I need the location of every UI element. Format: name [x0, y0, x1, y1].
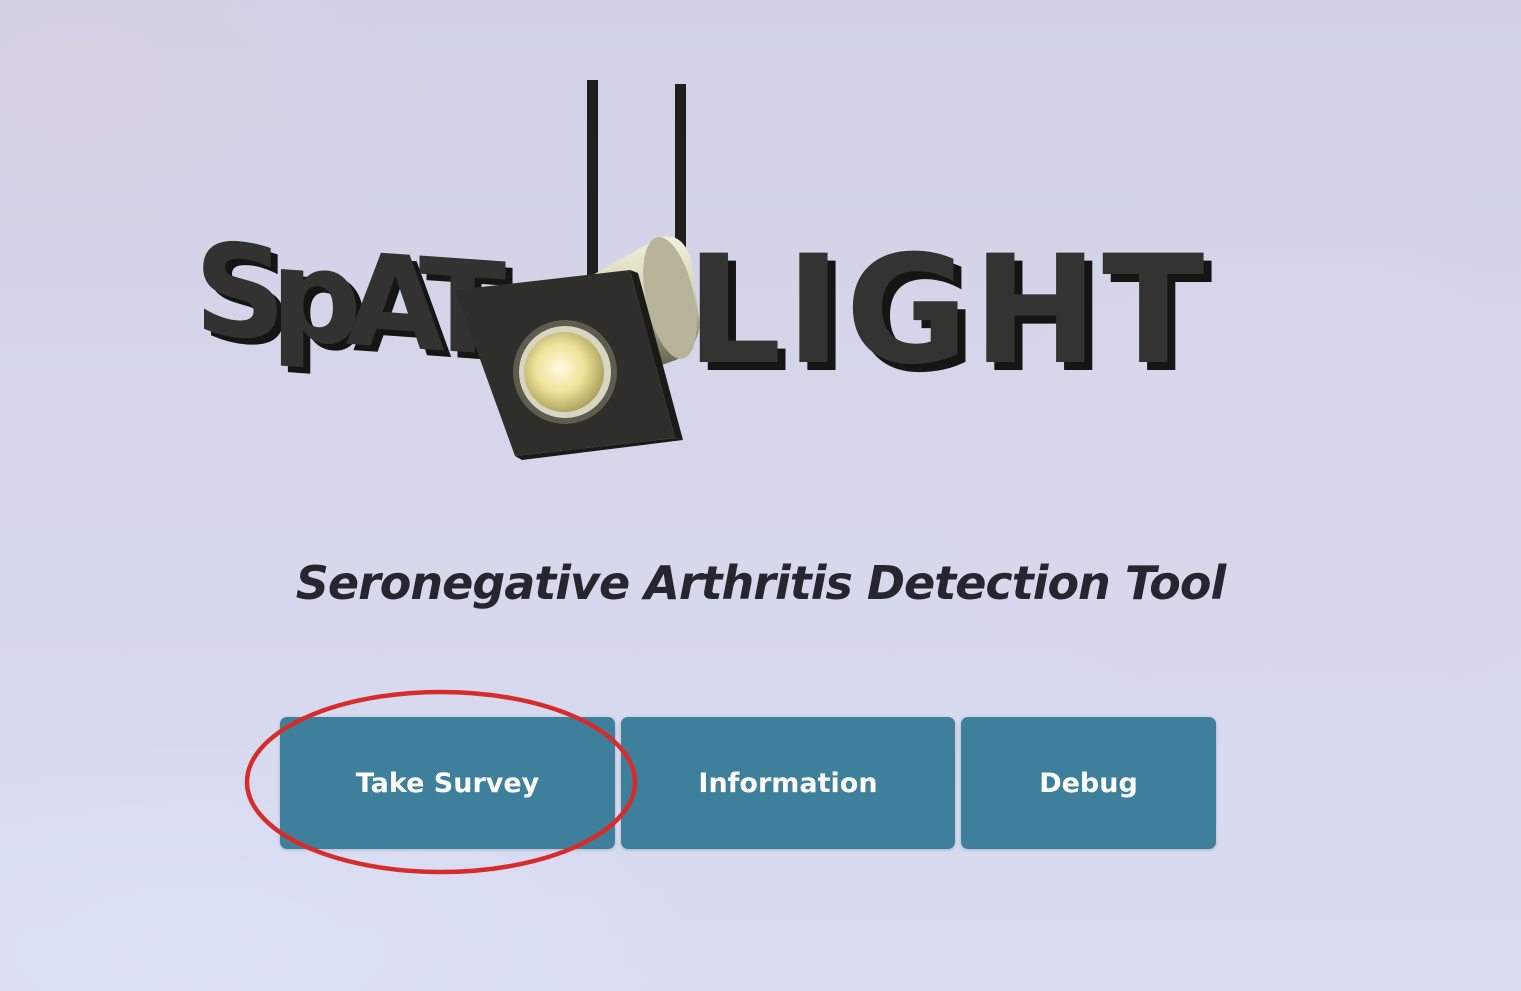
spotlight-logo-graphic: SpAT SpAT LIGHT LIGHT	[194, 80, 1212, 460]
svg-text:LIGHT: LIGHT	[686, 224, 1208, 398]
information-button[interactable]: Information	[621, 717, 955, 849]
spatlight-logo: SpAT SpAT LIGHT LIGHT	[180, 70, 1320, 470]
page-subtitle: Seronegative Arthritis Detection Tool	[295, 556, 1227, 610]
logo-word-light: LIGHT LIGHT	[686, 224, 1212, 406]
take-survey-button[interactable]: Take Survey	[280, 717, 615, 849]
debug-button[interactable]: Debug	[961, 717, 1216, 849]
